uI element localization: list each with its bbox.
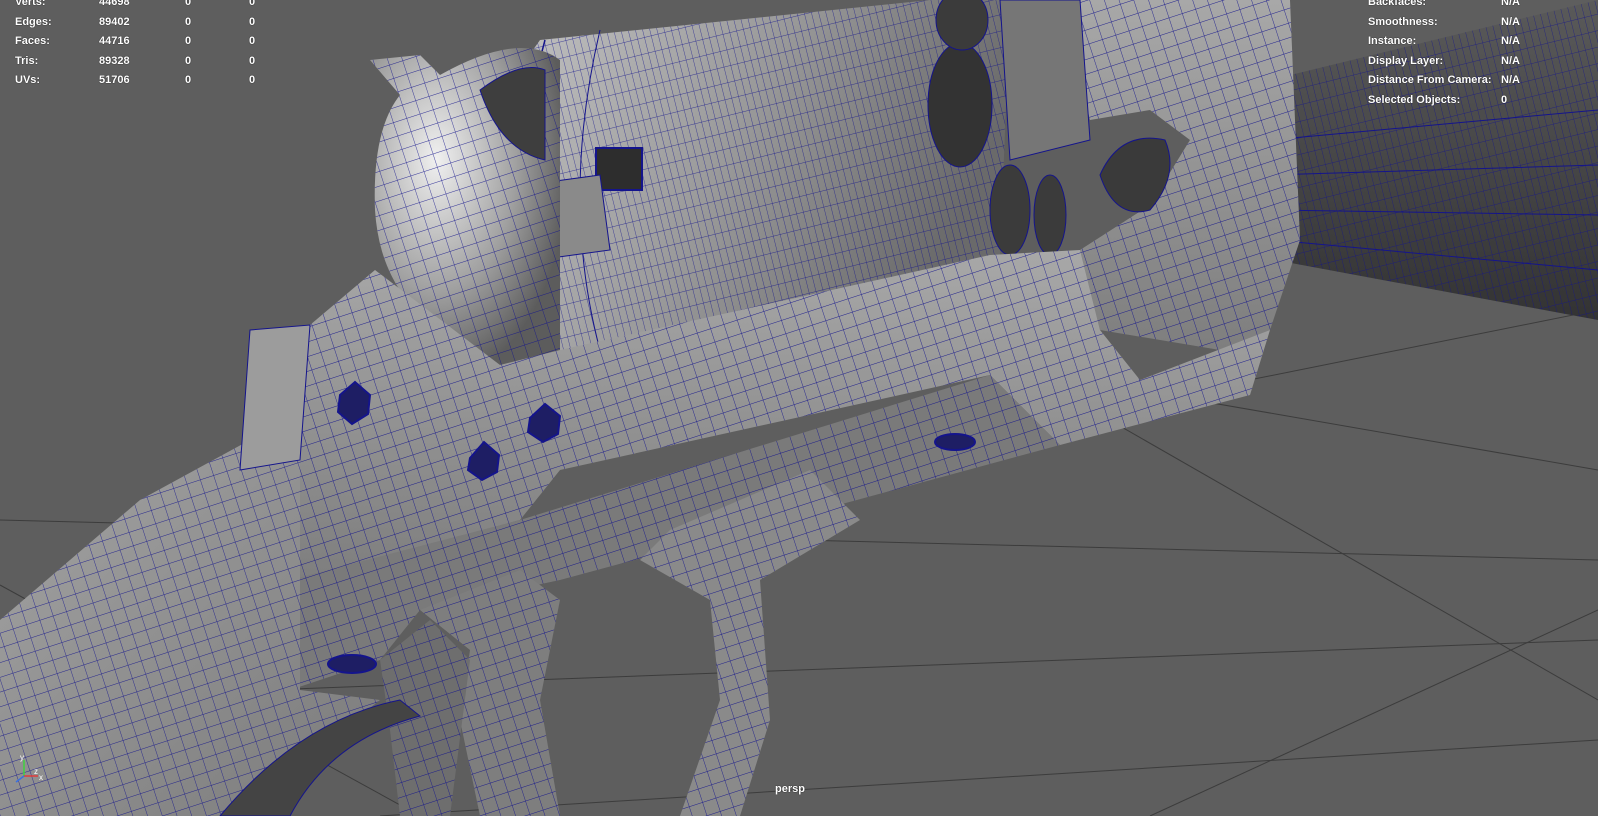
- z-axis-line: [15, 775, 25, 783]
- view-axis-icon: y x z: [15, 753, 43, 783]
- barrel: [1269, 0, 1598, 320]
- x-axis-label: x: [39, 773, 43, 782]
- loading-lever-loop: [1060, 0, 1300, 350]
- revolver-mesh-scene: [0, 0, 1598, 816]
- perspective-viewport[interactable]: [0, 0, 1598, 816]
- y-axis-label: y: [20, 753, 24, 762]
- z-axis-label: z: [34, 767, 38, 776]
- camera-name-label: persp: [775, 783, 805, 795]
